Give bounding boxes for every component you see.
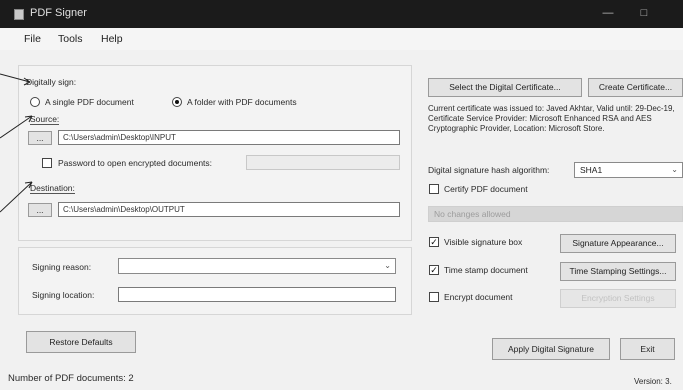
certify-checkbox[interactable] (429, 184, 439, 194)
location-input[interactable] (118, 287, 396, 302)
document-count: Number of PDF documents: 2 (8, 373, 134, 384)
encrypt-label: Encrypt document (444, 292, 513, 302)
annotation-arrow (0, 115, 33, 139)
restore-defaults-button[interactable]: Restore Defaults (26, 331, 136, 353)
visible-signature-label: Visible signature box (444, 237, 523, 247)
reason-label: Signing reason: (32, 262, 92, 272)
annotation-arrow (0, 73, 31, 83)
hash-combo[interactable]: SHA1 ⌄ (574, 162, 683, 178)
title-bar: PDF Signer — □ (0, 0, 683, 28)
timestamp-label: Time stamp document (444, 265, 528, 275)
app-icon (14, 9, 24, 20)
annotation-arrows (0, 73, 33, 213)
radio-single-label: A single PDF document (45, 97, 134, 107)
password-input[interactable] (246, 155, 400, 170)
menu-help[interactable]: Help (101, 33, 123, 45)
hash-value: SHA1 (580, 165, 603, 175)
radio-folder[interactable] (172, 97, 182, 107)
reason-combo[interactable]: ⌄ (118, 258, 396, 274)
exit-button[interactable]: Exit (620, 338, 675, 360)
destination-path-input[interactable]: C:\Users\admin\Desktop\OUTPUT (58, 202, 400, 217)
encryption-settings-button[interactable]: Encryption Settings (560, 289, 676, 308)
radio-folder-label: A folder with PDF documents (187, 97, 297, 107)
changes-value: No changes allowed (434, 209, 511, 219)
minimize-icon[interactable]: — (600, 6, 616, 20)
timestamp-settings-button[interactable]: Time Stamping Settings... (560, 262, 676, 281)
window-title: PDF Signer (30, 7, 87, 19)
hash-label: Digital signature hash algorithm: (428, 165, 550, 175)
create-certificate-button[interactable]: Create Certificate... (588, 78, 683, 97)
chevron-down-icon: ⌄ (671, 165, 678, 174)
menu-bar: File Tools Help (0, 28, 683, 50)
version-label: Version: 3. (634, 377, 672, 386)
source-path-input[interactable]: C:\Users\admin\Desktop\INPUT (58, 130, 400, 145)
certify-label: Certify PDF document (444, 184, 528, 194)
chevron-down-icon: ⌄ (384, 261, 391, 270)
timestamp-checkbox[interactable]: ✓ (429, 265, 439, 275)
password-label: Password to open encrypted documents: (58, 158, 213, 168)
changes-combo[interactable]: No changes allowed (428, 206, 683, 222)
apply-signature-button[interactable]: Apply Digital Signature (492, 338, 610, 360)
menu-tools[interactable]: Tools (58, 33, 83, 45)
signature-appearance-button[interactable]: Signature Appearance... (560, 234, 676, 253)
status-bar: Number of PDF documents: 2 Version: 3. (0, 370, 683, 390)
maximize-icon[interactable]: □ (636, 6, 652, 20)
visible-signature-checkbox[interactable]: ✓ (429, 237, 439, 247)
password-checkbox[interactable] (42, 158, 52, 168)
location-label: Signing location: (32, 290, 95, 300)
encrypt-checkbox[interactable] (429, 292, 439, 302)
select-certificate-button[interactable]: Select the Digital Certificate... (428, 78, 582, 97)
annotation-arrow (0, 181, 33, 213)
certificate-info: Current certificate was issued to: Javed… (428, 104, 675, 133)
menu-file[interactable]: File (24, 33, 41, 45)
